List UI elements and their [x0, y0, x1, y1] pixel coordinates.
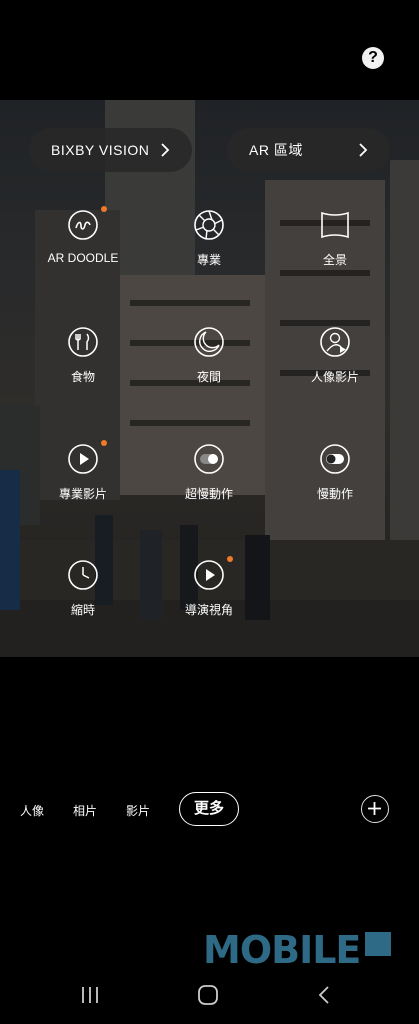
mode-label: 慢動作 [316, 487, 353, 501]
portrait-video-icon [320, 327, 350, 357]
chevron-right-icon [161, 143, 170, 157]
mode-label: 全景 [322, 253, 347, 267]
back-icon[interactable] [315, 985, 335, 1005]
tab-more-label: 更多 [193, 800, 224, 817]
bixby-vision-button[interactable]: BIXBY VISION [29, 128, 192, 172]
new-badge-dot [101, 440, 107, 446]
home-icon[interactable] [197, 984, 219, 1006]
toggle-icon [320, 444, 350, 474]
mode-label: 縮時 [70, 603, 95, 617]
tab-photo[interactable]: 相片 [73, 802, 97, 819]
moon-icon [194, 327, 224, 357]
mode-label: 人像影片 [310, 370, 359, 384]
navigation-bar [0, 982, 419, 1008]
new-badge-dot [227, 556, 233, 562]
mode-portrait-video[interactable]: 人像影片 [285, 326, 385, 385]
bixby-vision-label: BIXBY VISION [51, 142, 150, 158]
plus-icon [368, 802, 381, 815]
aperture-icon [194, 210, 224, 240]
tab-more[interactable]: 更多 [179, 792, 239, 826]
add-mode-button[interactable] [361, 795, 389, 823]
mode-label: 超慢動作 [184, 487, 233, 501]
mode-ar-doodle[interactable]: AR DOODLE [33, 206, 133, 265]
mode-pro-video[interactable]: 專業影片 [33, 440, 133, 502]
new-badge-dot [101, 206, 107, 212]
ar-doodle-icon [68, 210, 98, 240]
food-icon [68, 327, 98, 357]
mode-label: 專業影片 [58, 487, 107, 501]
mode-food[interactable]: 食物 [33, 326, 133, 385]
mode-night[interactable]: 夜間 [159, 326, 259, 385]
help-button[interactable]: ? [362, 47, 384, 69]
recent-apps-icon[interactable] [80, 985, 100, 1005]
ar-zone-button[interactable]: AR 區域 [227, 128, 390, 172]
timer-icon [68, 560, 98, 590]
camera-mode-bar: 人像 相片 影片 更多 [0, 792, 419, 828]
mode-label: 專業 [196, 253, 221, 267]
play-icon [68, 444, 98, 474]
ar-zone-label: AR 區域 [249, 142, 303, 158]
mode-slow-motion[interactable]: 慢動作 [285, 443, 385, 502]
tab-video[interactable]: 影片 [126, 802, 150, 819]
mode-panorama[interactable]: 全景 [285, 209, 385, 268]
mode-pro[interactable]: 專業 [159, 209, 259, 268]
watermark-logo: MOBILE [203, 928, 361, 972]
mode-label: 夜間 [196, 370, 221, 384]
tab-portrait[interactable]: 人像 [20, 802, 44, 819]
mode-hyperlapse[interactable]: 縮時 [33, 559, 133, 618]
panorama-icon [321, 211, 349, 239]
mode-directors-view[interactable]: 導演視角 [159, 556, 259, 618]
help-icon: ? [368, 49, 378, 66]
logo-bubble-icon [365, 932, 391, 956]
mode-label: 導演視角 [184, 603, 233, 617]
toggle-icon [194, 444, 224, 474]
mode-label: 食物 [70, 370, 95, 384]
mode-super-slow-mo[interactable]: 超慢動作 [159, 443, 259, 502]
mode-label: AR DOODLE [47, 251, 119, 265]
play-icon [194, 560, 224, 590]
chevron-right-icon [359, 143, 368, 157]
